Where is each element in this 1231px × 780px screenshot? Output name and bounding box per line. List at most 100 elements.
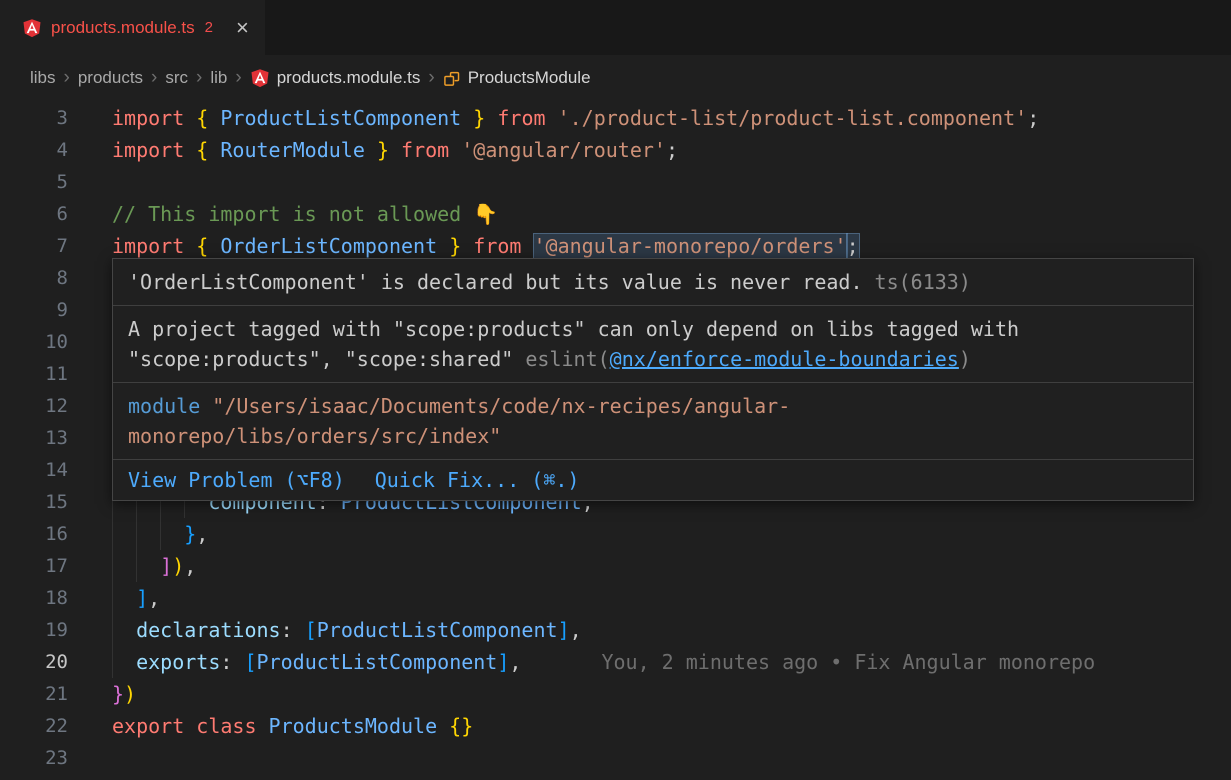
vscode-window: products.module.ts 2 × libs › products › src…	[0, 0, 1231, 780]
line-number: 4	[0, 134, 68, 166]
indent-guide	[112, 646, 113, 678]
breadcrumb-separator: ›	[64, 67, 70, 89]
hover-text: "scope:products", "scope:shared"	[128, 347, 525, 371]
code-line-17[interactable]: 17 ]),	[0, 550, 1231, 582]
hover-section-1: 'OrderListComponent' is declared but its…	[113, 259, 1193, 306]
code-line-19[interactable]: 19 declarations: [ProductListComponent],	[0, 614, 1231, 646]
code-line-18[interactable]: 18 ],	[0, 582, 1231, 614]
hover-text: )	[959, 347, 971, 371]
line-content: import { ProductListComponent } from './…	[112, 102, 1039, 134]
module-boundaries-link[interactable]: @nx/enforce-module-boundaries	[610, 347, 959, 371]
breadcrumb: libs›products›src›lib›products.module.ts…	[0, 55, 1231, 100]
hover-text: A project tagged with "scope:products" c…	[128, 317, 1019, 341]
breadcrumb-label: ProductsModule	[468, 68, 591, 88]
breadcrumb-item-libs[interactable]: libs	[30, 68, 56, 88]
code-token: './product-list/product-list.component'	[558, 106, 1028, 130]
editor[interactable]: 3import { ProductListComponent } from '.…	[0, 100, 1231, 780]
line-content: ]),	[112, 550, 196, 582]
code-token: ,	[196, 522, 208, 546]
code-token: )	[172, 554, 184, 578]
angular-icon	[250, 68, 270, 88]
breadcrumb-separator: ›	[428, 67, 434, 89]
code-line-3[interactable]: 3import { ProductListComponent } from '.…	[0, 102, 1231, 134]
code-token: class	[196, 714, 268, 738]
code-token: {	[196, 138, 220, 162]
code-token: import	[112, 234, 196, 258]
indent-guide	[112, 582, 113, 614]
code-token: [	[244, 650, 256, 674]
close-icon[interactable]: ×	[236, 17, 249, 39]
breadcrumb-item-lib[interactable]: lib	[210, 68, 227, 88]
code-token: {}	[449, 714, 473, 738]
hover-text: ts(6133)	[863, 270, 971, 294]
breadcrumb-separator: ›	[151, 67, 157, 89]
tab-products-module[interactable]: products.module.ts 2 ×	[0, 0, 265, 55]
line-number: 14	[0, 454, 68, 486]
breadcrumb-item-src[interactable]: src	[165, 68, 188, 88]
hover-text: monorepo/libs/orders/src/index"	[128, 424, 501, 448]
line-content: ],	[112, 582, 160, 614]
code-token: {	[196, 234, 220, 258]
line-content: })	[112, 678, 136, 710]
view-problem-link[interactable]: View Problem (⌥F8)	[128, 465, 345, 495]
line-content: declarations: [ProductListComponent],	[112, 614, 582, 646]
line-content: export class ProductsModule {}	[112, 710, 473, 742]
code-token: ]	[160, 554, 172, 578]
code-token: ;	[666, 138, 678, 162]
code-token: // This import is not allowed	[112, 202, 473, 226]
code-line-22[interactable]: 22export class ProductsModule {}	[0, 710, 1231, 742]
code-line-21[interactable]: 21})	[0, 678, 1231, 710]
code-line-5[interactable]: 5	[0, 166, 1231, 198]
code-token: ]	[558, 618, 570, 642]
angular-icon	[22, 18, 42, 38]
line-number: 13	[0, 422, 68, 454]
indent-guide	[136, 518, 137, 550]
code-token: import	[112, 138, 196, 162]
breadcrumb-item-productsmodule[interactable]: ProductsModule	[443, 68, 591, 88]
hover-body: 'OrderListComponent' is declared but its…	[113, 259, 1193, 460]
breadcrumb-label: libs	[30, 68, 56, 88]
indent-guide	[112, 614, 113, 646]
code-token: ,	[184, 554, 196, 578]
line-number: 10	[0, 326, 68, 358]
line-content: exports: [ProductListComponent],You, 2 m…	[112, 646, 1095, 678]
quick-fix-link[interactable]: Quick Fix... (⌘.)	[375, 465, 580, 495]
code-token: ]	[497, 650, 509, 674]
line-number: 11	[0, 358, 68, 390]
indent-guide	[160, 518, 161, 550]
code-line-16[interactable]: 16 },	[0, 518, 1231, 550]
code-token: {	[196, 106, 220, 130]
git-blame-annotation: You, 2 minutes ago • Fix Angular monorep…	[601, 650, 1095, 674]
line-content: // This import is not allowed 👇	[112, 198, 498, 230]
code-token: from	[473, 234, 533, 258]
line-number: 8	[0, 262, 68, 294]
line-number: 15	[0, 486, 68, 518]
code-line-23[interactable]: 23	[0, 742, 1231, 774]
breadcrumb-item-products[interactable]: products	[78, 68, 143, 88]
code-token: RouterModule	[220, 138, 365, 162]
line-number: 7	[0, 230, 68, 262]
code-token: '@angular-monorepo/orders'	[534, 234, 847, 258]
code-token	[461, 106, 473, 130]
hover-section-3: module "/Users/isaac/Documents/code/nx-r…	[113, 383, 1193, 460]
breadcrumb-item-products-module-ts[interactable]: products.module.ts	[250, 68, 421, 88]
code-token	[112, 522, 184, 546]
indent-guide	[112, 550, 113, 582]
code-token: 👇	[473, 202, 498, 226]
code-token: ProductListComponent	[317, 618, 558, 642]
line-number: 17	[0, 550, 68, 582]
code-token: }	[184, 522, 196, 546]
hover-text: "/Users/isaac/Documents/code/nx-recipes/…	[212, 394, 790, 418]
breadcrumb-label: products.module.ts	[277, 68, 421, 88]
code-line-6[interactable]: 6// This import is not allowed 👇	[0, 198, 1231, 230]
hover-text: 'OrderListComponent' is declared but its…	[128, 270, 863, 294]
line-number: 18	[0, 582, 68, 614]
code-line-20[interactable]: 20 exports: [ProductListComponent],You, …	[0, 646, 1231, 678]
class-icon	[443, 69, 461, 87]
code-line-4[interactable]: 4import { RouterModule } from '@angular/…	[0, 134, 1231, 166]
code-token: ;	[847, 234, 859, 258]
code-token	[112, 618, 136, 642]
line-number: 21	[0, 678, 68, 710]
code-token: from	[401, 138, 461, 162]
line-number: 20	[0, 646, 68, 678]
